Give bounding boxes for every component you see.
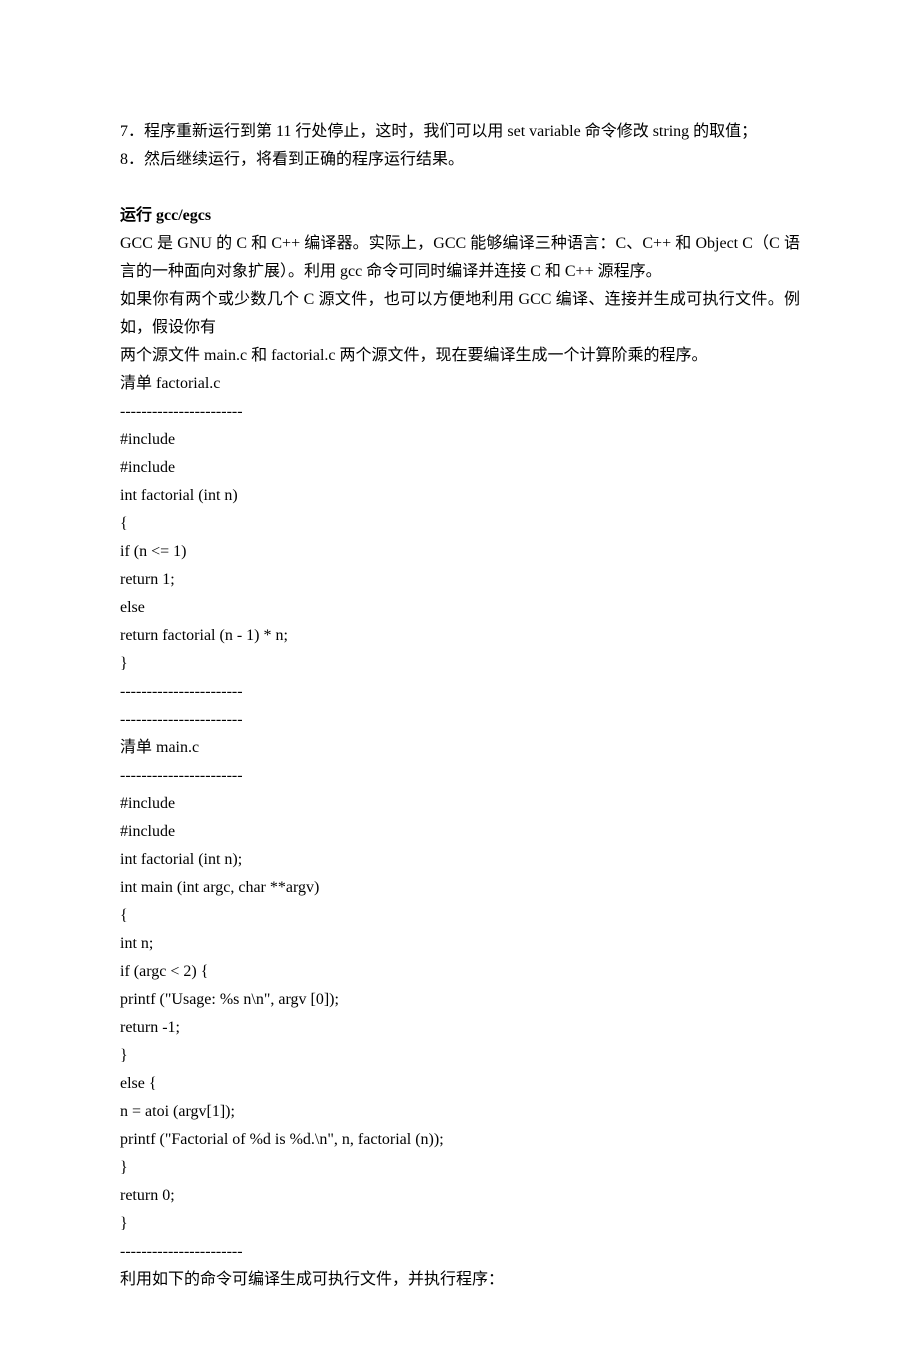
code-separator: ----------------------- <box>120 1238 800 1266</box>
body-line: 利用如下的命令可编译生成可执行文件，并执行程序： <box>120 1266 800 1294</box>
code-line: { <box>120 902 800 930</box>
code-line: return 1; <box>120 566 800 594</box>
code-line: } <box>120 1210 800 1238</box>
body-line: GCC 是 GNU 的 C 和 C++ 编译器。实际上，GCC 能够编译三种语言… <box>120 230 800 286</box>
section-heading: 运行 gcc/egcs <box>120 202 800 230</box>
code-line: #include <box>120 790 800 818</box>
body-line: 两个源文件 main.c 和 factorial.c 两个源文件，现在要编译生成… <box>120 342 800 370</box>
code-line: return -1; <box>120 1014 800 1042</box>
code-line: #include <box>120 426 800 454</box>
code-line: { <box>120 510 800 538</box>
code-line: else { <box>120 1070 800 1098</box>
code-line: printf ("Factorial of %d is %d.\n", n, f… <box>120 1126 800 1154</box>
code-line: else <box>120 594 800 622</box>
document-page: 7．程序重新运行到第 11 行处停止，这时，我们可以用 set variable… <box>0 0 920 1354</box>
code-separator: ----------------------- <box>120 762 800 790</box>
code-line: int n; <box>120 930 800 958</box>
code-line: printf ("Usage: %s n\n", argv [0]); <box>120 986 800 1014</box>
code-line: } <box>120 650 800 678</box>
code-separator: ----------------------- <box>120 706 800 734</box>
code-line: } <box>120 1154 800 1182</box>
body-line: 如果你有两个或少数几个 C 源文件，也可以方便地利用 GCC 编译、连接并生成可… <box>120 286 800 342</box>
code-line: if (n <= 1) <box>120 538 800 566</box>
code-line: #include <box>120 818 800 846</box>
body-line: 清单 main.c <box>120 734 800 762</box>
code-line: #include <box>120 454 800 482</box>
numbered-item-8: 8．然后继续运行，将看到正确的程序运行结果。 <box>120 146 800 174</box>
code-line: int factorial (int n) <box>120 482 800 510</box>
code-line: int factorial (int n); <box>120 846 800 874</box>
code-line: n = atoi (argv[1]); <box>120 1098 800 1126</box>
code-line: return 0; <box>120 1182 800 1210</box>
code-line: } <box>120 1042 800 1070</box>
code-line: int main (int argc, char **argv) <box>120 874 800 902</box>
code-separator: ----------------------- <box>120 678 800 706</box>
code-separator: ----------------------- <box>120 398 800 426</box>
body-line: 清单 factorial.c <box>120 370 800 398</box>
code-line: if (argc < 2) { <box>120 958 800 986</box>
numbered-item-7: 7．程序重新运行到第 11 行处停止，这时，我们可以用 set variable… <box>120 118 800 146</box>
section-spacer <box>120 174 800 202</box>
code-line: return factorial (n - 1) * n; <box>120 622 800 650</box>
